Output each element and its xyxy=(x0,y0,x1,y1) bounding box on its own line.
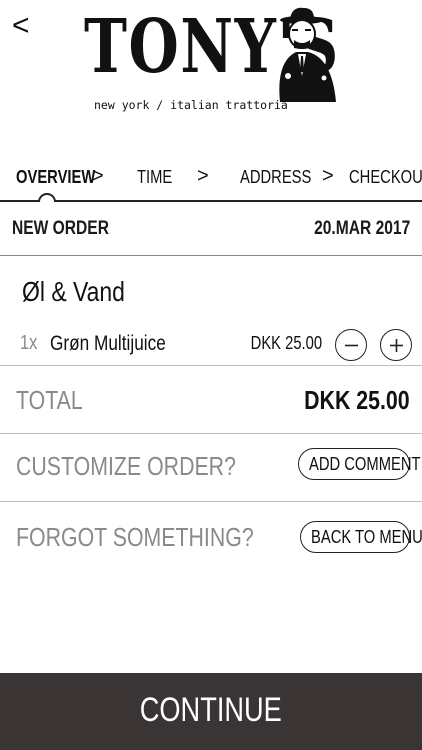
continue-label: CONTINUE xyxy=(139,691,283,729)
step-chevron-icon: > xyxy=(322,165,334,187)
order-label: NEW ORDER xyxy=(12,218,109,239)
cart-item: 1x Grøn Multijuice DKK 25.00 xyxy=(0,324,422,366)
restaurant-logo: TONY'S new york / italian trattoria xyxy=(84,4,340,112)
step-checkout[interactable]: CHECKOUT xyxy=(349,167,422,188)
customize-order-row: CUSTOMIZE ORDER? ADD COMMENT xyxy=(0,434,422,502)
step-time[interactable]: TIME xyxy=(137,167,180,188)
back-to-menu-label: BACK TO MENU xyxy=(311,527,422,547)
total-label: TOTAL xyxy=(16,385,83,415)
forgot-something-label: FORGOT SOMETHING? xyxy=(16,522,254,552)
order-date: 20.MAR 2017 xyxy=(313,218,410,239)
increase-quantity-button[interactable] xyxy=(380,329,412,361)
minus-icon xyxy=(345,344,358,347)
back-to-menu-button[interactable]: BACK TO MENU xyxy=(300,521,422,553)
total-value: DKK 25.00 xyxy=(304,385,410,415)
back-chevron-icon: < xyxy=(12,9,30,42)
checkout-steps: OVERVIEW > TIME > ADDRESS > CHECKOUT xyxy=(0,155,422,203)
forgot-something-row: FORGOT SOMETHING? BACK TO MENU xyxy=(0,502,422,572)
total-row: TOTAL DKK 25.00 xyxy=(0,367,422,434)
mascot-icon xyxy=(274,6,340,107)
continue-button[interactable]: CONTINUE xyxy=(0,673,422,750)
step-chevron-icon: > xyxy=(92,165,104,187)
order-header: NEW ORDER 20.MAR 2017 xyxy=(0,204,422,256)
logo-tagline: new york / italian trattoria xyxy=(94,98,288,112)
plus-icon xyxy=(390,339,403,352)
category-title: Øl & Vand xyxy=(22,276,125,307)
back-button[interactable]: < xyxy=(12,8,42,44)
step-address[interactable]: ADDRESS xyxy=(240,167,327,188)
decrease-quantity-button[interactable] xyxy=(335,329,367,361)
add-comment-label: ADD COMMENT xyxy=(309,454,421,474)
customize-order-label: CUSTOMIZE ORDER? xyxy=(16,451,236,481)
item-price: DKK 25.00 xyxy=(250,333,322,353)
add-comment-button[interactable]: ADD COMMENT xyxy=(298,448,421,480)
step-chevron-icon: > xyxy=(197,165,209,187)
active-step-indicator xyxy=(38,193,56,202)
header: < TONY'S new york / italian trattoria xyxy=(0,0,422,125)
steps-divider xyxy=(0,200,422,202)
item-quantity: 1x xyxy=(20,332,38,354)
item-name: Grøn Multijuice xyxy=(50,332,166,355)
